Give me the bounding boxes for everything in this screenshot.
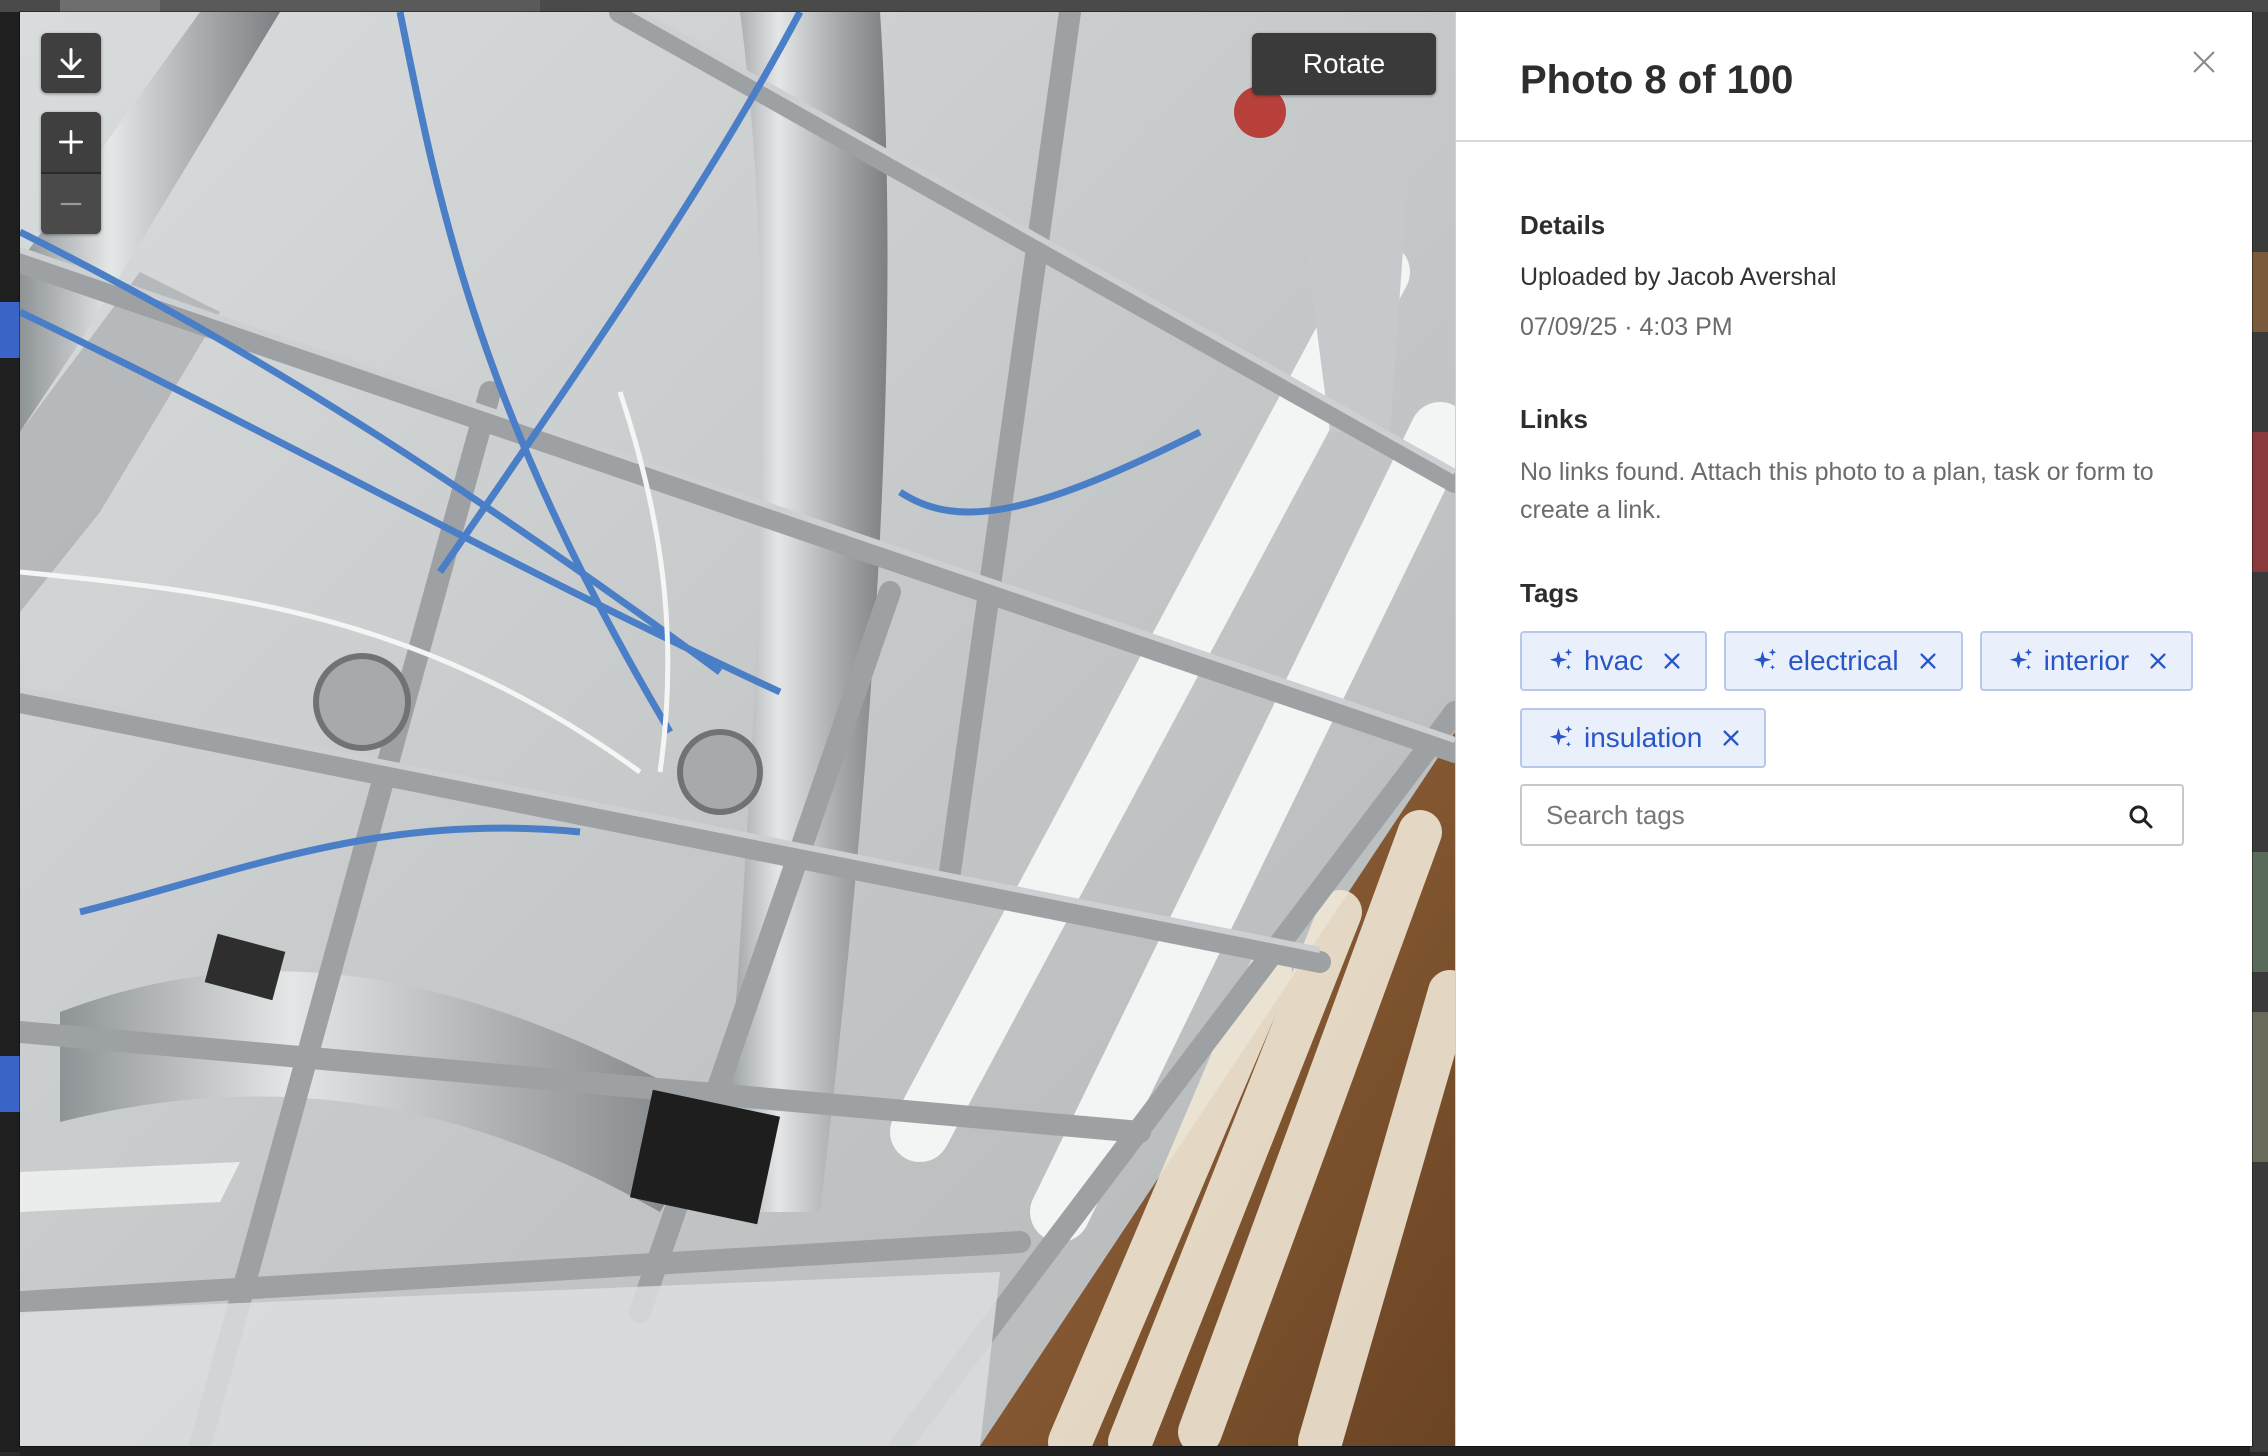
tag-chip-hvac: hvac: [1520, 631, 1708, 691]
search-icon[interactable]: [2126, 802, 2156, 832]
sparkle-icon: [1546, 723, 1576, 753]
sparkle-icon: [1546, 646, 1576, 676]
remove-tag-button[interactable]: [1720, 727, 1742, 749]
tag-chip-interior: interior: [1979, 631, 2194, 691]
plus-icon: [59, 130, 83, 154]
sparkle-icon: [2006, 646, 2036, 676]
close-button[interactable]: [2184, 42, 2224, 82]
remove-tag-button[interactable]: [2147, 650, 2169, 672]
photo-viewer-modal: Rotate Photo 8 of 100 Details Uploaded b…: [20, 12, 2252, 1446]
zoom-out-button[interactable]: [41, 172, 101, 234]
tags-section: Tags hvac electrical interior insulation…: [1520, 578, 2200, 846]
tags-heading: Tags: [1520, 578, 1579, 608]
tag-chip-electrical: electrical: [1724, 631, 1963, 691]
tag-label: hvac: [1584, 645, 1644, 676]
rotate-button[interactable]: Rotate: [1252, 33, 1436, 95]
tag-chip-insulation: insulation: [1520, 708, 1767, 768]
photo-image: [20, 12, 1455, 1446]
close-icon: [2150, 653, 2166, 669]
tag-label: interior: [2043, 645, 2130, 676]
details-panel: Photo 8 of 100 Details Uploaded by Jacob…: [1455, 12, 2252, 1446]
tag-search-field: [1520, 784, 2184, 846]
minus-icon: [60, 202, 82, 206]
tag-list: hvac electrical interior insulation: [1520, 631, 2200, 768]
tag-search-input[interactable]: [1522, 786, 2106, 844]
details-section: Details Uploaded by Jacob Avershal 07/09…: [1520, 210, 1836, 346]
remove-tag-button[interactable]: [1661, 650, 1683, 672]
close-icon: [2193, 51, 2215, 73]
uploader-text: Uploaded by Jacob Avershal: [1520, 263, 1837, 291]
tag-label: insulation: [1584, 722, 1703, 753]
page-title: Photo 8 of 100: [1520, 58, 1794, 102]
close-icon: [1723, 730, 1739, 746]
details-heading: Details: [1520, 210, 1606, 240]
download-icon: [57, 48, 85, 78]
zoom-controls: [41, 112, 101, 234]
background-sidebar: [0, 12, 20, 1452]
links-empty-text: No links found. Attach this photo to a p…: [1520, 458, 2154, 524]
panel-header: Photo 8 of 100: [1456, 12, 2252, 142]
background-topbar: [0, 0, 2268, 12]
upload-timestamp: 07/09/25 · 4:03 PM: [1520, 313, 1733, 341]
close-icon: [1664, 653, 1680, 669]
remove-tag-button[interactable]: [1917, 650, 1939, 672]
zoom-in-button[interactable]: [41, 112, 101, 172]
links-heading: Links: [1520, 404, 1588, 434]
background-thumbnails: [2250, 12, 2268, 1452]
sparkle-icon: [1750, 646, 1780, 676]
links-section: Links No links found. Attach this photo …: [1520, 404, 2220, 529]
close-icon: [1920, 653, 1936, 669]
photo-viewer[interactable]: Rotate: [20, 12, 1455, 1446]
download-button[interactable]: [41, 33, 101, 93]
tag-label: electrical: [1788, 645, 1899, 676]
